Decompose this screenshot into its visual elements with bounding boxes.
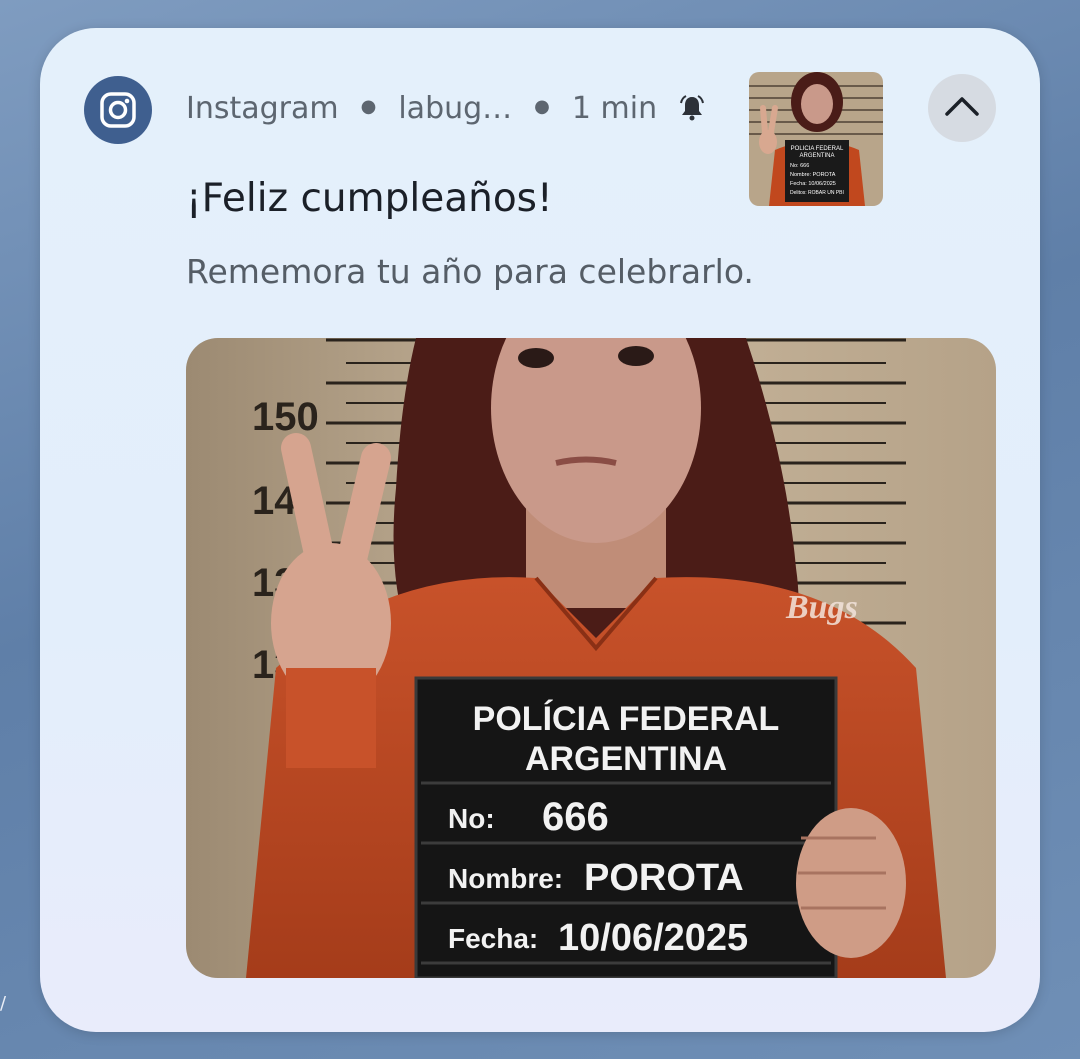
sign-name-value: POROTA — [584, 857, 744, 899]
thumb-sign-row-1: No: 666 — [790, 163, 809, 169]
sign-name-label: Nombre: — [448, 863, 563, 894]
app-name: Instagram — [186, 90, 339, 126]
separator-dot: ● — [534, 95, 550, 117]
edge-mark: / — [0, 993, 7, 1014]
notification-thumbnail[interactable]: POLICIA FEDERAL ARGENTINA No: 666 Nombre… — [749, 72, 883, 206]
sign-no-value: 666 — [542, 795, 609, 839]
sign-no-label: No: — [448, 803, 495, 834]
notification-header: Instagram ● labug… ● 1 min — [186, 86, 707, 130]
shirt-logo-text: Bugs — [785, 589, 858, 626]
notification-card[interactable]: Instagram ● labug… ● 1 min POLICIA FEDER… — [40, 28, 1040, 1032]
sign-date-label: Fecha: — [448, 923, 538, 954]
notification-title: ¡Feliz cumpleaños! — [186, 176, 553, 221]
timestamp: 1 min — [571, 90, 658, 126]
notification-body: Rememora tu año para celebrarlo. — [186, 252, 754, 291]
sign-line-2: ARGENTINA — [525, 740, 727, 778]
thumb-sign-line-1: POLICIA FEDERAL — [791, 146, 844, 152]
account-name: labug… — [398, 90, 513, 126]
thumb-sign-row-3: Fecha: 10/06/2025 — [790, 181, 836, 187]
thumb-sign-row-4: Delitos: ROBAR UN PBI — [790, 190, 844, 196]
instagram-icon — [84, 76, 152, 144]
collapse-button[interactable] — [928, 74, 996, 142]
thumb-sign-row-2: Nombre: POROTA — [790, 172, 836, 178]
bell-ringing-icon — [677, 93, 707, 123]
sign-line-1: POLÍCIA FEDERAL — [473, 700, 780, 738]
separator-dot: ● — [360, 95, 377, 117]
chevron-up-icon — [944, 95, 980, 121]
ruler-mark-150: 150 — [252, 395, 319, 439]
thumb-sign-line-2: ARGENTINA — [799, 153, 834, 159]
notification-image[interactable]: 150 14 13 13 Bugs POLÍCIA FEDERAL ARGENT… — [186, 338, 996, 978]
sign-date-value: 10/06/2025 — [558, 917, 748, 959]
